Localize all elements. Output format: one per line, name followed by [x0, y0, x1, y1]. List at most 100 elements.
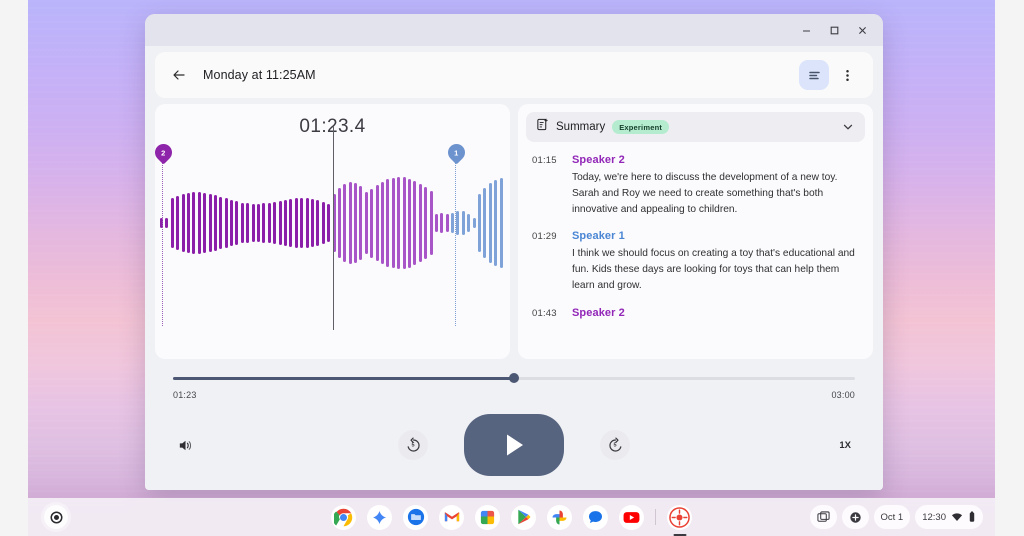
waveform-bar — [295, 198, 298, 247]
waveform-bar — [311, 199, 314, 247]
shelf-item-messages[interactable] — [583, 505, 608, 530]
waveform-bar — [467, 214, 470, 233]
playback-speed-button[interactable]: 1X — [839, 440, 851, 451]
waveform-bar — [171, 198, 174, 248]
shelf-divider — [655, 509, 656, 525]
rewind-seconds-label: 5 — [411, 442, 414, 448]
waveform-bar — [230, 200, 233, 246]
waveform-bar — [289, 199, 292, 247]
transcript-lines-icon[interactable] — [799, 60, 829, 90]
entry-timestamp: 01:15 — [532, 154, 572, 217]
waveform-bar — [187, 193, 190, 253]
shelf-item-gemini[interactable] — [367, 505, 392, 530]
waveform-bar — [235, 201, 238, 244]
status-area-button[interactable]: 12:30 — [915, 505, 983, 529]
more-options-icon[interactable] — [831, 59, 863, 91]
waveform-bar — [381, 182, 384, 265]
waveform-bar — [322, 202, 325, 244]
main-content: 01:23.4 21 — [155, 104, 873, 359]
transcript-entry[interactable]: 01:43Speaker 2 — [532, 307, 861, 323]
waveform-bar — [494, 180, 497, 267]
back-arrow-icon[interactable] — [163, 59, 195, 91]
waveform-bar — [430, 191, 433, 255]
transcript-entries: 01:15Speaker 2Today, we're here to discu… — [526, 142, 865, 323]
playhead-indicator[interactable] — [333, 126, 335, 330]
waveform-bar — [327, 204, 330, 242]
waveform-bar — [386, 179, 389, 267]
system-tray: Oct 1 12:30 — [810, 505, 983, 529]
waveform-bar — [176, 196, 179, 250]
shelf-item-youtube[interactable] — [619, 505, 644, 530]
transcript-entry[interactable]: 01:15Speaker 2 Today, we're here to discu… — [532, 154, 861, 217]
waveform-bar — [408, 179, 411, 268]
shelf-item-play-store[interactable] — [511, 505, 536, 530]
waveform-bar — [376, 185, 379, 261]
seek-bar[interactable] — [173, 373, 855, 383]
forward-5-button[interactable]: 5 — [600, 430, 630, 460]
time-labels: 01:23 03:00 — [173, 390, 855, 400]
tray-date: Oct 1 — [881, 512, 904, 523]
waveform-bar — [397, 177, 400, 269]
speaker-marker-number: 2 — [162, 148, 166, 157]
waveform-bar — [403, 177, 406, 269]
waveform-bars[interactable] — [160, 148, 510, 298]
close-icon[interactable] — [849, 18, 875, 42]
entry-speaker-label: Speaker 2 — [572, 307, 861, 319]
rewind-5-button[interactable]: 5 — [398, 430, 428, 460]
shelf-item-calendar[interactable] — [475, 505, 500, 530]
volume-icon[interactable] — [177, 437, 194, 454]
transcript-entry[interactable]: 01:29Speaker 1I think we should focus on… — [532, 230, 861, 293]
chevron-down-icon[interactable] — [841, 120, 855, 134]
entry-text: I think we should focus on creating a to… — [572, 246, 861, 293]
waveform-bar — [252, 204, 255, 242]
date-button[interactable]: Oct 1 — [874, 505, 911, 529]
entry-speaker-label: Speaker 2 — [572, 154, 861, 166]
shelf-item-recorder[interactable] — [667, 505, 692, 530]
window-titlebar[interactable] — [145, 14, 883, 46]
waveform-bar — [462, 211, 465, 235]
quick-settings-button[interactable] — [842, 505, 869, 529]
maximize-icon[interactable] — [821, 18, 847, 42]
waveform-bar — [219, 197, 222, 250]
shelf-item-gmail[interactable] — [439, 505, 464, 530]
waveform-bar — [198, 192, 201, 253]
shelf-item-files[interactable] — [403, 505, 428, 530]
waveform-bar — [354, 183, 357, 263]
waveform-bar — [365, 192, 368, 253]
waveform-bar — [165, 218, 168, 228]
entry-speaker-label: Speaker 1 — [572, 230, 861, 242]
waveform-bar — [473, 218, 476, 229]
minimize-icon[interactable] — [793, 18, 819, 42]
tray-time: 12:30 — [922, 512, 946, 523]
entry-text: Today, we're here to discuss the develop… — [572, 170, 861, 217]
waveform-panel[interactable]: 01:23.4 21 — [155, 104, 510, 359]
waveform-area[interactable]: 21 — [155, 148, 510, 298]
waveform-bar — [451, 213, 454, 232]
gemini-sparkle-icon — [372, 510, 387, 525]
waveform-bar — [338, 188, 341, 258]
entry-timestamp: 01:43 — [532, 307, 572, 323]
screen-capture-button[interactable] — [810, 505, 837, 529]
summary-header[interactable]: Summary Experiment — [526, 112, 865, 142]
summary-label: Summary — [556, 121, 605, 133]
entry-body: Speaker 2 — [572, 307, 861, 323]
waveform-bar — [316, 200, 319, 245]
shelf-item-chrome[interactable] — [331, 505, 356, 530]
waveform-bar — [225, 198, 228, 247]
experiment-badge: Experiment — [612, 120, 669, 134]
waveform-bar — [241, 203, 244, 244]
waveform-bar — [489, 183, 492, 263]
play-button[interactable] — [464, 414, 564, 476]
seek-handle[interactable] — [509, 373, 519, 383]
waveform-bar — [300, 198, 303, 248]
entry-body: Speaker 2 Today, we're here to discuss th… — [572, 154, 861, 217]
waveform-bar — [273, 202, 276, 245]
transcript-panel[interactable]: Summary Experiment 01:15Speaker 2Today, … — [518, 104, 873, 359]
forward-seconds-label: 5 — [613, 442, 616, 448]
waveform-bar — [424, 187, 427, 259]
waveform-bar — [446, 214, 449, 233]
youtube-icon — [623, 511, 640, 524]
taskbar-shelf: Oct 1 12:30 — [28, 498, 995, 536]
shelf-item-photos[interactable] — [547, 505, 572, 530]
waveform-bar — [500, 178, 503, 267]
